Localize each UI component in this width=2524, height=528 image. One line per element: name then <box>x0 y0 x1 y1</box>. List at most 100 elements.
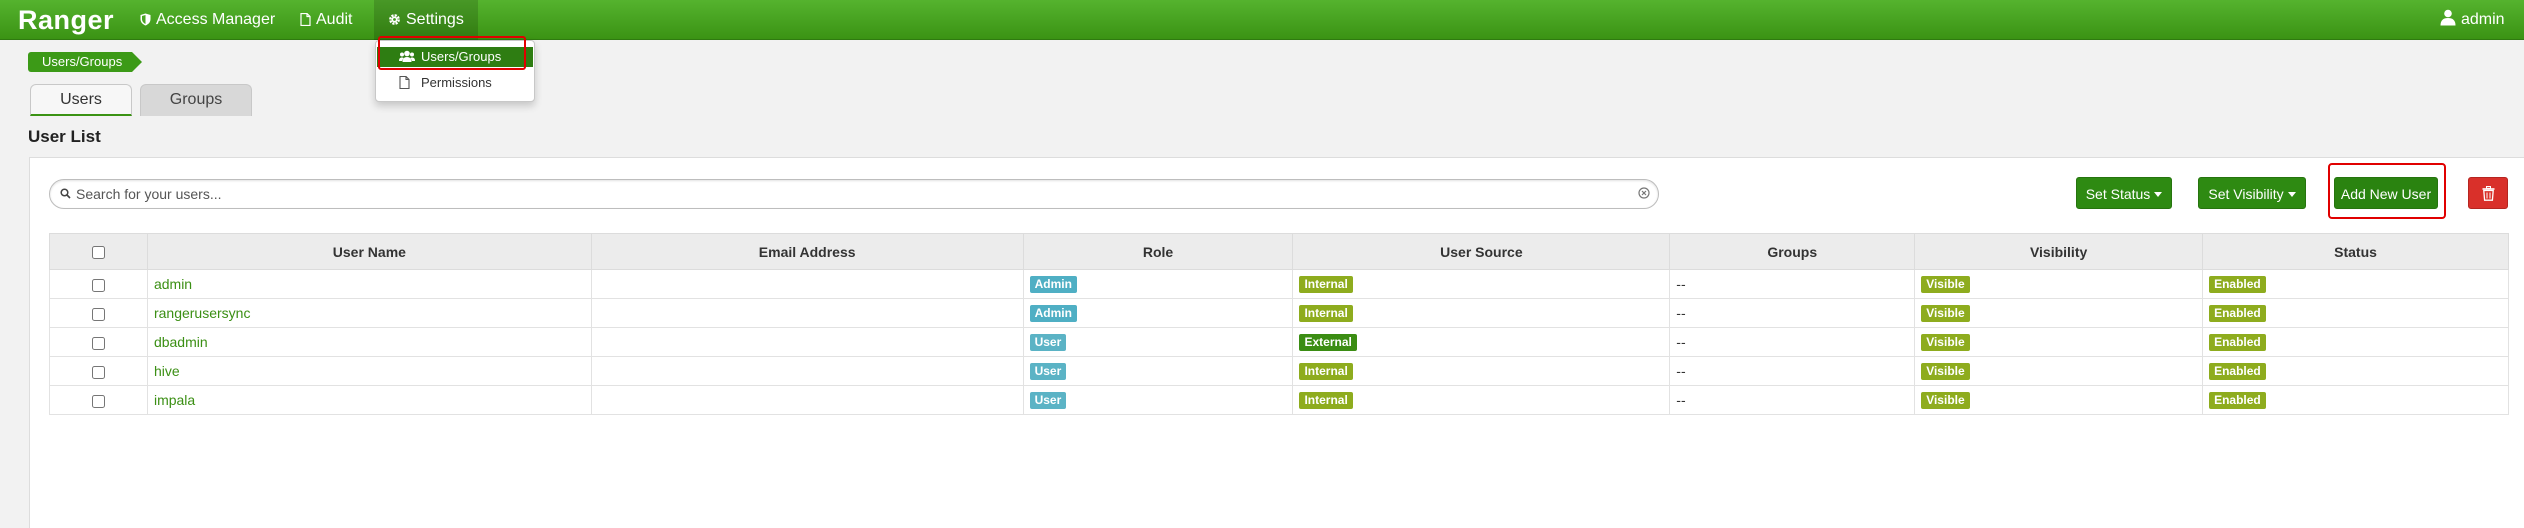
visibility-cell: Visible <box>1914 385 2204 415</box>
user-name-link[interactable]: impala <box>154 392 195 408</box>
column-header-role[interactable]: Role <box>1022 233 1294 270</box>
settings-dropdown-menu: Users/Groups Permissions <box>375 40 535 102</box>
groups-cell: -- <box>1669 385 1916 415</box>
user-source-cell: Internal <box>1292 298 1671 328</box>
source-badge: Internal <box>1299 392 1353 409</box>
role-cell: User <box>1022 327 1294 357</box>
row-checkbox[interactable] <box>91 278 105 292</box>
user-source-cell: Internal <box>1292 356 1671 386</box>
user-name-link[interactable]: rangerusersync <box>154 305 251 321</box>
set-visibility-button[interactable]: Set Visibility <box>2198 177 2306 209</box>
groups-cell: -- <box>1669 327 1916 357</box>
nav-audit-label: Audit <box>316 11 353 28</box>
role-badge: User <box>1029 392 1067 409</box>
status-cell: Enabled <box>2202 385 2509 415</box>
row-checkbox[interactable] <box>91 365 105 379</box>
search-bar[interactable] <box>49 179 1659 209</box>
caret-down-icon <box>2154 192 2163 197</box>
visibility-badge: Visible <box>1921 392 1970 409</box>
menu-item-users-groups-label: Users/Groups <box>421 49 502 64</box>
groups-cell: -- <box>1669 269 1916 299</box>
set-visibility-label: Set Visibility <box>2208 186 2284 202</box>
nav-settings-label: Settings <box>406 11 464 28</box>
trash-icon <box>2482 186 2494 201</box>
groups-cell: -- <box>1669 356 1916 386</box>
user-source-cell: Internal <box>1292 269 1671 299</box>
row-checkbox[interactable] <box>91 394 105 408</box>
role-badge: User <box>1029 334 1067 351</box>
email-cell <box>590 327 1024 357</box>
user-name-cell: impala <box>146 385 592 415</box>
set-status-button[interactable]: Set Status <box>2076 177 2172 209</box>
menu-item-users-groups[interactable]: Users/Groups <box>377 47 533 67</box>
email-cell <box>590 385 1024 415</box>
role-badge: Admin <box>1029 276 1077 293</box>
visibility-cell: Visible <box>1914 269 2204 299</box>
visibility-cell: Visible <box>1914 298 2204 328</box>
top-navbar: Ranger Access Manager Audit Settings adm… <box>0 0 2524 40</box>
role-badge: User <box>1029 363 1067 380</box>
user-name-cell: rangerusersync <box>146 298 592 328</box>
users-icon <box>399 50 415 62</box>
user-name-link[interactable]: admin <box>154 276 192 292</box>
email-cell <box>590 269 1024 299</box>
file-icon <box>300 12 311 27</box>
delete-button[interactable] <box>2468 177 2508 209</box>
nav-user-label: admin <box>2461 11 2505 28</box>
search-icon <box>60 188 71 199</box>
clear-search-icon[interactable] <box>1638 187 1650 199</box>
nav-audit[interactable]: Audit <box>300 0 352 40</box>
nav-user-menu[interactable]: admin <box>2440 0 2505 40</box>
tab-users[interactable]: Users <box>30 84 132 116</box>
table-row: rangerusersync Admin Internal -- Visible… <box>49 298 2509 328</box>
role-cell: Admin <box>1022 269 1294 299</box>
visibility-badge: Visible <box>1921 363 1970 380</box>
column-header-groups[interactable]: Groups <box>1669 233 1916 270</box>
role-cell: User <box>1022 356 1294 386</box>
menu-item-permissions[interactable]: Permissions <box>377 73 533 93</box>
column-header-status[interactable]: Status <box>2202 233 2509 270</box>
set-status-label: Set Status <box>2085 186 2151 202</box>
search-input[interactable] <box>76 184 1616 204</box>
row-checkbox[interactable] <box>91 336 105 350</box>
breadcrumb[interactable]: Users/Groups <box>28 52 143 72</box>
add-new-user-button[interactable]: Add New User <box>2334 177 2438 209</box>
nav-access-manager-label: Access Manager <box>156 11 276 28</box>
user-name-cell: admin <box>146 269 592 299</box>
nav-settings[interactable]: Settings <box>374 0 478 40</box>
visibility-cell: Visible <box>1914 356 2204 386</box>
user-name-link[interactable]: dbadmin <box>154 334 208 350</box>
table-header-row: User Name Email Address Role User Source… <box>49 233 2509 270</box>
source-badge: External <box>1299 334 1357 351</box>
column-header-visibility[interactable]: Visibility <box>1914 233 2204 270</box>
column-header-user-source[interactable]: User Source <box>1292 233 1671 270</box>
email-cell <box>590 298 1024 328</box>
table-row: dbadmin User External -- Visible Enabled <box>49 327 2509 357</box>
row-select-cell <box>49 327 148 357</box>
user-source-cell: Internal <box>1292 385 1671 415</box>
source-badge: Internal <box>1299 305 1353 322</box>
brand-logo[interactable]: Ranger <box>18 2 114 38</box>
row-select-cell <box>49 298 148 328</box>
page-title: User List <box>28 127 101 146</box>
column-header-email[interactable]: Email Address <box>590 233 1024 270</box>
role-cell: Admin <box>1022 298 1294 328</box>
tab-groups[interactable]: Groups <box>140 84 252 116</box>
row-select-cell <box>49 356 148 386</box>
column-header-user-name[interactable]: User Name <box>146 233 592 270</box>
groups-cell: -- <box>1669 298 1916 328</box>
status-badge: Enabled <box>2209 363 2266 380</box>
table-row: impala User Internal -- Visible Enabled <box>49 385 2509 415</box>
menu-item-permissions-label: Permissions <box>421 75 492 90</box>
file-icon <box>399 76 410 89</box>
table-row: hive User Internal -- Visible Enabled <box>49 356 2509 386</box>
user-name-link[interactable]: hive <box>154 363 180 379</box>
status-badge: Enabled <box>2209 305 2266 322</box>
email-cell <box>590 356 1024 386</box>
user-icon <box>2440 9 2456 26</box>
nav-access-manager[interactable]: Access Manager <box>140 0 275 40</box>
select-all-checkbox[interactable] <box>91 246 105 260</box>
row-checkbox[interactable] <box>91 307 105 321</box>
visibility-cell: Visible <box>1914 327 2204 357</box>
caret-down-icon <box>2287 192 2296 197</box>
